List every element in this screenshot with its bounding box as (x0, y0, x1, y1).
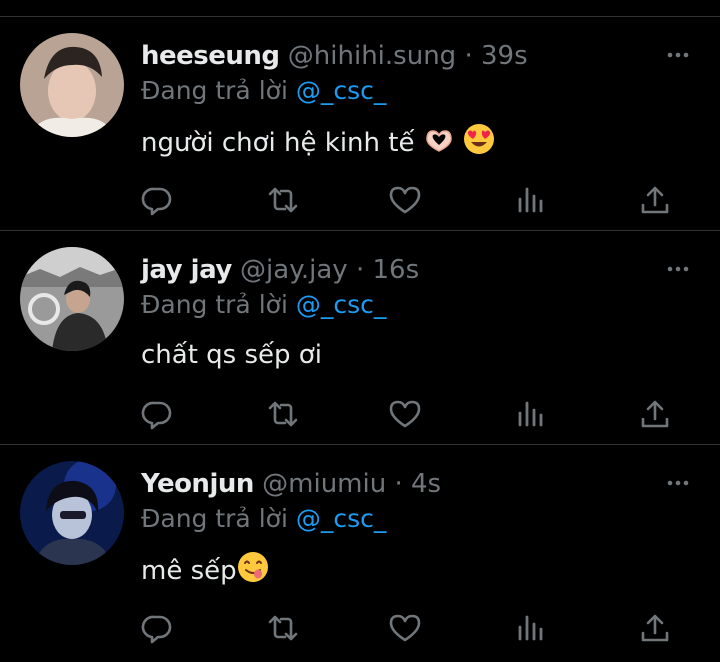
share-icon[interactable] (638, 611, 672, 645)
more-icon[interactable] (666, 471, 690, 495)
views-icon[interactable] (514, 183, 548, 217)
replying-to: Đang trả lời @_csc_ (141, 289, 386, 321)
avatar[interactable] (20, 33, 124, 137)
heart-hands-emoji (425, 130, 452, 152)
tweet-header: Yeonjun @miumiu · 4s (141, 467, 441, 501)
reply-icon[interactable] (140, 183, 174, 217)
timestamp[interactable]: 39s (481, 41, 528, 71)
handle[interactable]: @miumiu (262, 469, 386, 499)
reply-icon[interactable] (140, 611, 174, 645)
share-icon[interactable] (638, 183, 672, 217)
more-icon[interactable] (666, 43, 690, 67)
timestamp[interactable]: 4s (411, 469, 441, 499)
tweet-header: jay jay @jay.jay · 16s (141, 253, 419, 287)
avatar[interactable] (20, 247, 124, 351)
tweet-body: chất qs sếp ơi (141, 340, 322, 370)
retweet-icon[interactable] (266, 397, 300, 431)
reply-icon[interactable] (140, 397, 174, 431)
tweet-actions (140, 183, 680, 219)
reply-mention[interactable]: @_csc_ (296, 76, 387, 105)
yum-emoji (237, 552, 268, 582)
separator: · (355, 255, 365, 285)
retweet-icon[interactable] (266, 611, 300, 645)
avatar[interactable] (20, 461, 124, 565)
handle[interactable]: @hihihi.sung (288, 41, 456, 71)
tweet-text: chất qs sếp ơi (141, 337, 322, 373)
views-icon[interactable] (514, 397, 548, 431)
tweet-actions (140, 611, 680, 647)
share-icon[interactable] (638, 397, 672, 431)
tweet-header: heeseung @hihihi.sung · 39s (141, 39, 528, 73)
reply-timeline: heeseung @hihihi.sung · 39s Đang trả lời… (0, 0, 720, 662)
display-name[interactable]: heeseung (141, 41, 280, 71)
reply-mention[interactable]: @_csc_ (296, 504, 387, 533)
tweet-body: mê sếp (141, 556, 237, 586)
more-icon[interactable] (666, 257, 690, 281)
separator: · (394, 469, 403, 499)
tweet-text: mê sếp (141, 551, 269, 589)
views-icon[interactable] (514, 611, 548, 645)
timestamp[interactable]: 16s (372, 255, 419, 285)
tweet-actions (140, 397, 680, 433)
separator: · (464, 41, 473, 71)
replying-to: Đang trả lời @_csc_ (141, 503, 386, 535)
reply-prefix: Đang trả lời (141, 76, 288, 105)
replying-to: Đang trả lời @_csc_ (141, 75, 386, 107)
reply-prefix: Đang trả lời (141, 290, 288, 319)
tweet-heeseung[interactable]: heeseung @hihihi.sung · 39s Đang trả lời… (0, 17, 720, 231)
tweet-body: người chơi hệ kinh tế (141, 128, 415, 158)
like-icon[interactable] (388, 183, 422, 217)
like-icon[interactable] (388, 611, 422, 645)
heart-eyes-emoji (464, 124, 494, 154)
reply-prefix: Đang trả lời (141, 504, 288, 533)
retweet-icon[interactable] (266, 183, 300, 217)
tweet-yeonjun[interactable]: Yeonjun @miumiu · 4s Đang trả lời @_csc_… (0, 445, 720, 659)
reply-mention[interactable]: @_csc_ (296, 290, 387, 319)
tweet-text: người chơi hệ kinh tế (141, 123, 495, 161)
like-icon[interactable] (388, 397, 422, 431)
handle[interactable]: @jay.jay (240, 255, 348, 285)
display-name[interactable]: jay jay (141, 255, 232, 285)
display-name[interactable]: Yeonjun (141, 469, 254, 499)
tweet-jay-jay[interactable]: jay jay @jay.jay · 16s Đang trả lời @_cs… (0, 231, 720, 445)
